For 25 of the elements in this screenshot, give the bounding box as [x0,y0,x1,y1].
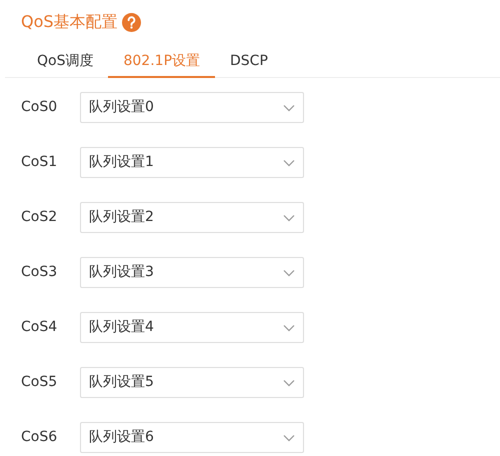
queue-dropdown[interactable]: 队列设置4 [80,312,304,343]
queue-dropdown[interactable]: 队列设置6 [80,422,304,453]
chevron-down-icon [283,268,295,276]
tab[interactable]: QoS调度 [22,46,108,78]
tab[interactable]: DSCP [215,46,283,78]
chevron-down-icon [283,104,295,112]
queue-dropdown[interactable]: 队列设置5 [80,367,304,398]
field-label: CoS1 [21,153,58,172]
chevron-down-icon [283,214,295,222]
page-title: QoS基本配置 [21,11,118,33]
field-label: CoS6 [21,428,58,447]
field-label: CoS3 [21,263,58,282]
chevron-down-icon [283,434,295,442]
chevron-down-icon [283,158,295,166]
queue-dropdown[interactable]: 队列设置0 [80,92,304,123]
queue-dropdown[interactable]: 队列设置1 [80,147,304,178]
field-label: CoS0 [21,98,58,117]
queue-dropdown[interactable]: 队列设置3 [80,257,304,288]
field-label: CoS2 [21,208,58,227]
chevron-down-icon [283,378,295,386]
queue-dropdown[interactable]: 队列设置2 [80,202,304,233]
help-icon[interactable] [122,12,141,32]
chevron-down-icon [283,324,295,332]
field-label: CoS4 [21,318,58,337]
field-label: CoS5 [21,373,58,392]
